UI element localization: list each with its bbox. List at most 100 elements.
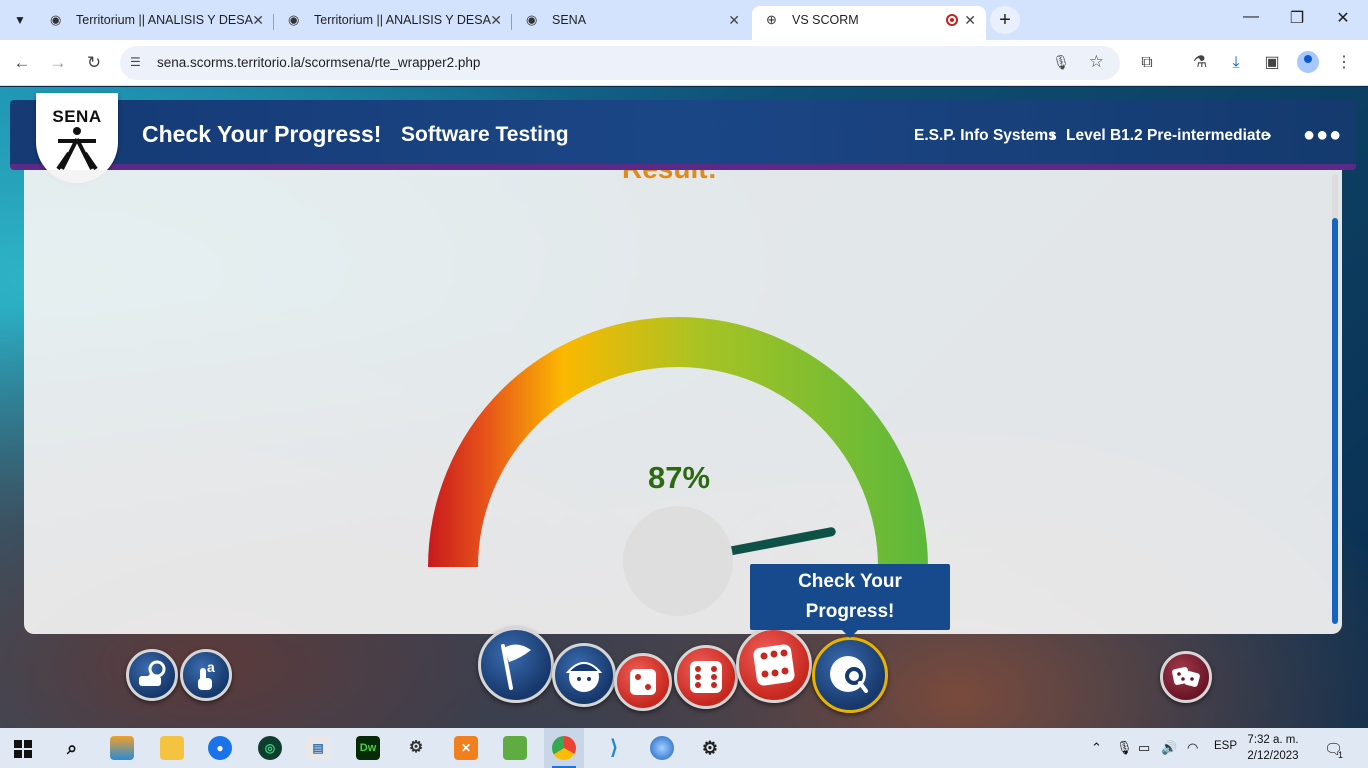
tab-title: VS SCORM: [792, 13, 859, 27]
search-icon[interactable]: ⌕: [60, 736, 84, 760]
notification-count: 1: [1338, 750, 1344, 760]
page-title: Check Your Progress!: [142, 121, 382, 147]
url-text[interactable]: sena.scorms.territorio.la/scormsena/rte_…: [157, 55, 480, 70]
clock-time: 7:32 a. m.: [1247, 734, 1299, 746]
menu-kebab-icon[interactable]: ⋮: [1332, 52, 1356, 74]
breadcrumb-item-1[interactable]: E.S.P. Info Systems: [914, 127, 1057, 145]
browser-tab-1[interactable]: ◉ Territorium || ANALISIS Y DESA ✕: [36, 6, 274, 40]
recording-icon: [946, 14, 958, 26]
browser-tab-3[interactable]: ◉ SENA ✕: [512, 6, 750, 40]
sena-emblem-icon: [56, 127, 98, 171]
tab-title: Territorium || ANALISIS Y DESA: [314, 13, 491, 27]
vscode-icon[interactable]: ⟩: [602, 736, 626, 760]
reload-button[interactable]: ↻: [82, 51, 106, 75]
taskbar-clock[interactable]: 7:32 a. m. 2/12/2023: [1244, 732, 1302, 764]
new-tab-button[interactable]: +: [990, 6, 1020, 34]
tooltip-line-1: Check Your: [798, 571, 902, 592]
touch-letter-icon: a: [198, 659, 215, 690]
chevron-right-icon: ›: [1266, 125, 1272, 144]
windows-taskbar: ⌕ ● ◎ ▤ Dw ⚙ ✕ ⟩ ⚙ ⌃ 🎙 ▭ 🔊 ◠ ESP 7:32 a.…: [0, 728, 1368, 768]
python-file-icon[interactable]: ▤: [306, 736, 330, 760]
content-panel: Result: 87%: [24, 170, 1342, 634]
input-language[interactable]: ESP: [1214, 740, 1237, 752]
glossary-button[interactable]: a: [180, 649, 232, 701]
dice-one-button[interactable]: [614, 653, 672, 711]
forward-button[interactable]: →: [46, 51, 70, 75]
minimize-button[interactable]: —: [1236, 8, 1266, 26]
gauge-hub: [623, 506, 733, 616]
clock-date: 2/12/2023: [1247, 750, 1299, 762]
back-button[interactable]: ←: [10, 51, 34, 75]
extensions-icon[interactable]: ⧉: [1135, 52, 1159, 74]
bookmark-star-icon[interactable]: ☆: [1089, 52, 1104, 72]
browser-tab-strip: ▼ ◉ Territorium || ANALISIS Y DESA ✕ ◉ T…: [0, 0, 1368, 40]
scorm-page: SENA Check Your Progress! Software Testi…: [0, 87, 1368, 728]
volume-icon[interactable]: 🔊: [1161, 740, 1177, 756]
node-cube-icon[interactable]: [503, 736, 527, 760]
check-progress-tooltip: Check Your Progress!: [750, 564, 950, 638]
browser-tab-2[interactable]: ◉ Territorium || ANALISIS Y DESA ✕: [274, 6, 512, 40]
dice-pair-icon: [1172, 667, 1200, 687]
eye-icon: ◉: [50, 12, 62, 27]
close-tab-icon[interactable]: ✕: [252, 6, 264, 34]
page-subtitle: Software Testing: [401, 123, 569, 146]
close-tab-icon[interactable]: ✕: [964, 6, 976, 34]
logo-text: SENA: [52, 107, 102, 126]
more-options-icon[interactable]: ●●●: [1303, 124, 1342, 147]
profile-avatar[interactable]: [1297, 51, 1319, 73]
chrome-icon[interactable]: [552, 736, 576, 760]
progress-search-icon: [830, 656, 868, 693]
check-progress-button[interactable]: [812, 637, 888, 713]
maps-pin-icon[interactable]: ●: [208, 736, 232, 760]
address-bar[interactable]: ☰ sena.scorms.territorio.la/scormsena/rt…: [120, 46, 1120, 80]
character-button[interactable]: [552, 643, 616, 707]
games-button[interactable]: [1160, 651, 1212, 703]
gauge-needle: [722, 527, 836, 557]
site-info-icon[interactable]: ☰: [130, 55, 141, 69]
dreamweaver-icon[interactable]: Dw: [356, 736, 380, 760]
file-explorer-icon[interactable]: [160, 736, 184, 760]
eye-icon: ◉: [526, 12, 538, 27]
score-percent: 87%: [647, 460, 711, 495]
globe-icon: ⊕: [766, 12, 777, 27]
microphone-tray-icon[interactable]: 🎙: [1116, 740, 1133, 756]
tab-title: Territorium || ANALISIS Y DESA: [76, 13, 253, 27]
layers-app-icon[interactable]: [110, 736, 134, 760]
restore-button[interactable]: ❐: [1282, 8, 1312, 28]
score-gauge: [428, 317, 928, 616]
breadcrumb-item-2[interactable]: Level B1.2 Pre-intermediate: [1066, 127, 1269, 145]
side-panel-icon[interactable]: ▣: [1260, 52, 1284, 74]
dice-two-button[interactable]: [674, 645, 738, 709]
microphone-icon[interactable]: 🎙: [1052, 54, 1070, 71]
settings-tools-icon[interactable]: ⚙: [404, 736, 428, 760]
labs-flask-icon[interactable]: ⚗: [1188, 52, 1212, 74]
close-tab-icon[interactable]: ✕: [490, 6, 502, 34]
settings-gear-icon[interactable]: ⚙: [698, 736, 722, 760]
dice-three-button[interactable]: [736, 627, 812, 703]
tab-search-chevron-icon[interactable]: ▼: [8, 8, 32, 32]
die-icon: [690, 661, 722, 693]
wifi-icon[interactable]: ◠: [1187, 740, 1198, 756]
windows-start-icon[interactable]: [14, 740, 32, 758]
xampp-icon[interactable]: ✕: [454, 736, 478, 760]
close-tab-icon[interactable]: ✕: [728, 6, 740, 34]
svg-text:a: a: [207, 659, 215, 675]
start-flag-button[interactable]: [478, 627, 554, 703]
search-tool-button[interactable]: [126, 649, 178, 701]
flag-icon: [501, 644, 531, 690]
browser-toolbar: ← → ↻ ☰ sena.scorms.territorio.la/scorms…: [0, 40, 1368, 86]
browser-tab-active[interactable]: ⊕ VS SCORM ✕: [752, 6, 986, 40]
scrollbar-thumb[interactable]: [1332, 218, 1338, 624]
eye-icon: ◉: [288, 12, 300, 27]
show-hidden-icons-chevron-icon[interactable]: ⌃: [1091, 740, 1102, 756]
browser-globe-icon[interactable]: [650, 736, 674, 760]
download-icon[interactable]: ⤓: [1224, 52, 1248, 74]
die-icon: [630, 669, 656, 695]
chevron-right-icon: ›: [1050, 125, 1056, 144]
close-window-button[interactable]: ✕: [1328, 8, 1358, 28]
avatar-cap-icon: [565, 662, 603, 692]
battery-icon[interactable]: ▭: [1138, 740, 1150, 756]
tooltip-line-2: Progress!: [805, 601, 895, 622]
magnifier-book-icon: [139, 660, 166, 686]
gitkraken-icon[interactable]: ◎: [258, 736, 282, 760]
